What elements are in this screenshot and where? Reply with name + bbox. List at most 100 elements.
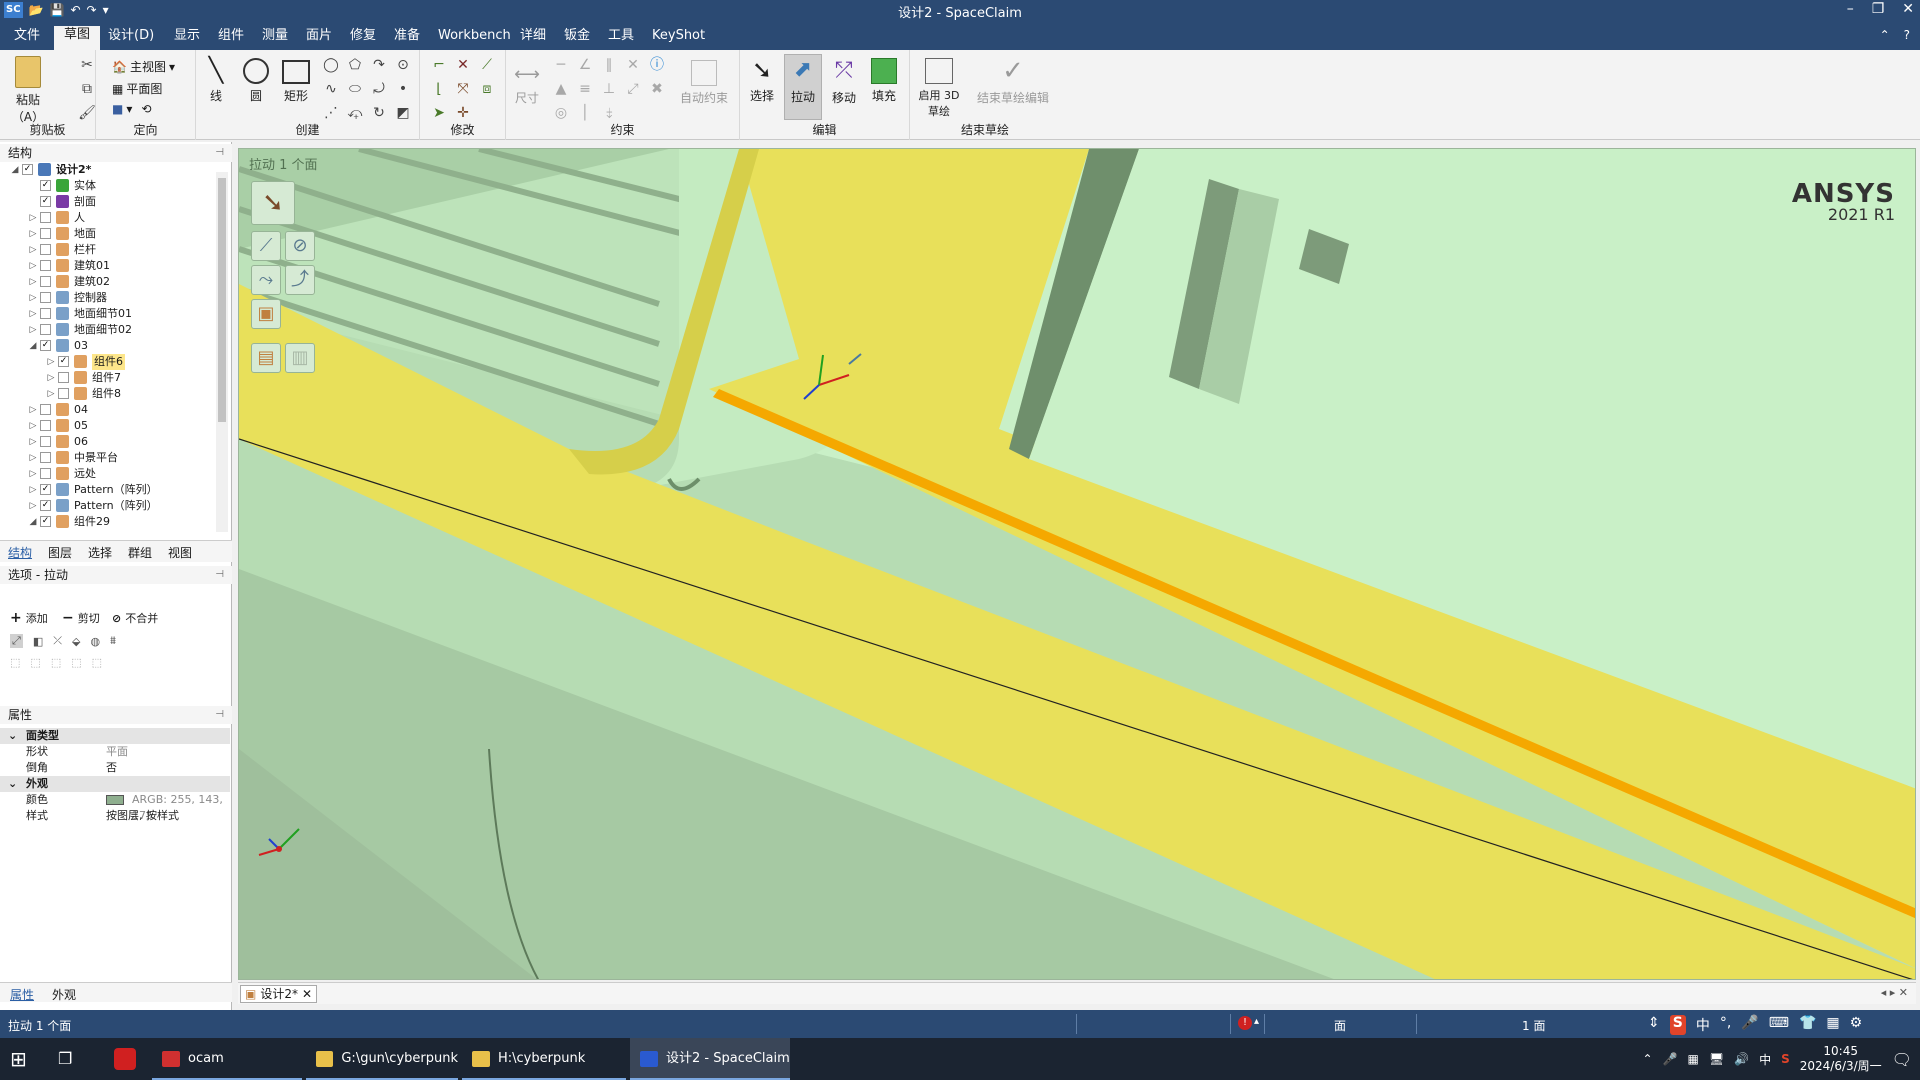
menu-tab[interactable]: 设计(D) <box>98 27 164 50</box>
property-value[interactable]: 否 <box>106 760 117 776</box>
enable-3d-sketch-button[interactable]: 启用 3D 草绘 <box>914 56 964 119</box>
constraint-concentric-icon[interactable]: ◎ <box>552 104 570 122</box>
constraint-coincident-icon[interactable]: ✕ <box>624 56 642 74</box>
panel-tab[interactable]: 视图 <box>168 544 192 561</box>
property-value[interactable]: 平面 <box>106 744 128 760</box>
tree-item[interactable]: ◢ ✓ 03 <box>0 338 216 354</box>
panel-tab[interactable]: 图层 <box>48 544 72 561</box>
settings-icon[interactable]: ⚙ <box>1850 1015 1863 1035</box>
property-row[interactable]: 样式 按图层, 按样式 <box>0 808 230 824</box>
constraint-delete-icon[interactable]: ✖ <box>648 80 666 98</box>
circle-button[interactable]: 圆 <box>240 56 272 104</box>
menu-tab[interactable]: 修复 <box>340 27 386 50</box>
ruler-tool-icon[interactable]: ▤ <box>251 343 281 373</box>
constraint-tangent-icon[interactable]: ⤢ <box>624 80 642 98</box>
visibility-checkbox[interactable]: ✓ <box>40 196 51 207</box>
option-add[interactable]: + 添加 <box>10 610 48 626</box>
sogou-tray-icon[interactable]: S <box>1781 1052 1790 1066</box>
error-icon[interactable]: ! <box>1238 1016 1252 1030</box>
ime-indicator[interactable]: 中 <box>1759 1051 1771 1068</box>
auto-constraint-button[interactable]: 自动约束 <box>676 60 732 106</box>
tree-item[interactable]: ▷ 栏杆 <box>0 242 216 258</box>
expand-icon[interactable]: ▷ <box>28 498 38 514</box>
extrude-face-icon[interactable]: ⬚ <box>71 656 81 669</box>
keyboard-icon[interactable]: ⌨ <box>1769 1015 1789 1035</box>
help-icon[interactable]: ? <box>1904 28 1910 42</box>
visibility-checkbox[interactable] <box>40 228 51 239</box>
bottom-panel-tab[interactable]: 外观 <box>52 986 76 1003</box>
tree-item[interactable]: ▷ 中景平台 <box>0 450 216 466</box>
ellipse-icon[interactable]: ◯ <box>322 56 340 74</box>
tree-item[interactable]: ▷ 控制器 <box>0 290 216 306</box>
expand-icon[interactable]: ▷ <box>46 354 56 370</box>
visibility-checkbox[interactable]: ✓ <box>40 516 51 527</box>
tree-item[interactable]: ✓ 剖面 <box>0 194 216 210</box>
tree-item[interactable]: ▷ 人 <box>0 210 216 226</box>
visibility-checkbox[interactable]: ✓ <box>22 164 33 175</box>
menu-tab[interactable]: 工具 <box>598 27 644 50</box>
task-view-button[interactable]: ❐ <box>48 1038 92 1080</box>
info-icon[interactable]: ⓘ <box>648 56 666 74</box>
scrollbar-thumb[interactable] <box>218 178 226 422</box>
scale-icon[interactable]: ✛ <box>454 104 472 122</box>
full-pull-tool-icon[interactable]: ▣ <box>251 299 281 329</box>
pull-button[interactable]: ⬈ 拉动 <box>784 54 822 120</box>
revolve-icon[interactable]: ◧ <box>33 635 43 648</box>
visibility-checkbox[interactable] <box>40 436 51 447</box>
trim-icon[interactable]: ✕ <box>454 56 472 74</box>
move-button[interactable]: ⤱ 移动 <box>826 56 862 106</box>
spinner-icon[interactable]: ⇕ <box>1648 1015 1660 1035</box>
chevron-down-icon[interactable]: ▾ <box>126 102 132 116</box>
taskbar-app[interactable]: H:\cyberpunk <box>462 1038 626 1080</box>
polygon-icon[interactable]: ⬠ <box>346 56 364 74</box>
plan-view-button[interactable]: ▦ 平面图 <box>112 80 162 97</box>
visibility-checkbox[interactable] <box>40 308 51 319</box>
visibility-checkbox[interactable] <box>40 324 51 335</box>
tree-item[interactable]: ▷ 05 <box>0 418 216 434</box>
expand-icon[interactable]: ▷ <box>28 482 38 498</box>
fill-button[interactable]: 填充 <box>866 56 902 104</box>
tree-item[interactable]: ▷ ✓ Pattern（阵列） <box>0 482 216 498</box>
spline-icon[interactable]: ∿ <box>322 80 340 98</box>
chevron-up-icon[interactable]: ▴ <box>1254 1016 1259 1027</box>
document-tab[interactable]: ▣ 设计2* ✕ <box>240 985 318 1003</box>
tab-scroll-arrows[interactable]: ◂ ▸ ✕ <box>1881 986 1908 999</box>
split-icon[interactable]: ⤧ <box>454 80 472 98</box>
collapse-ribbon-icon[interactable]: ⌃ <box>1880 28 1890 42</box>
tree-scrollbar[interactable] <box>216 172 228 532</box>
close-icon[interactable]: ✕ <box>1902 1 1914 17</box>
visibility-checkbox[interactable] <box>40 212 51 223</box>
color-swatch[interactable] <box>106 795 124 805</box>
selection-filter[interactable]: 面 <box>1334 1017 1346 1034</box>
project-icon[interactable]: ⧈ <box>478 80 496 98</box>
menu-tab[interactable]: 详细 <box>510 27 556 50</box>
menu-tab[interactable]: 面片 <box>296 27 342 50</box>
draft-icon[interactable]: ⬙ <box>72 635 80 648</box>
fillet-icon[interactable]: ⌐ <box>430 56 448 74</box>
visibility-checkbox[interactable]: ✓ <box>40 484 51 495</box>
paste-button[interactable]: 粘贴（A） <box>6 56 50 125</box>
offset-icon[interactable]: ⟋ <box>478 56 496 74</box>
tree-item[interactable]: ▷ 地面 <box>0 226 216 242</box>
panel-tab[interactable]: 选择 <box>88 544 112 561</box>
tree-item[interactable]: ▷ 建筑02 <box>0 274 216 290</box>
property-section[interactable]: ⌄ 面类型 <box>0 728 230 744</box>
menu-tab[interactable]: 文件 <box>4 27 50 50</box>
tree-item[interactable]: ▷ 建筑01 <box>0 258 216 274</box>
complete-tool-icon[interactable]: ▥ <box>285 343 315 373</box>
bottom-panel-tab[interactable]: 属性 <box>10 986 34 1003</box>
visibility-checkbox[interactable] <box>40 420 51 431</box>
visibility-checkbox[interactable] <box>40 404 51 415</box>
close-tab-icon[interactable]: ✕ <box>302 986 312 1002</box>
option-cut[interactable]: − 剪切 <box>62 610 100 626</box>
tray-overflow-icon[interactable]: ⌃ <box>1643 1052 1653 1066</box>
panel-tab[interactable]: 结构 <box>8 544 32 561</box>
tree-item[interactable]: ▷ 06 <box>0 434 216 450</box>
constraint-midpoint-icon[interactable]: ⤈ <box>600 104 618 122</box>
expand-icon[interactable]: ▷ <box>28 450 38 466</box>
taskbar-app[interactable]: 设计2 - SpaceClaim <box>630 1038 790 1080</box>
expand-icon[interactable]: ▷ <box>28 466 38 482</box>
face-curve-icon[interactable]: ◩ <box>394 104 412 122</box>
sweep-path-tool-icon[interactable]: ⤴ <box>285 265 315 295</box>
bend-icon[interactable]: ➤ <box>430 104 448 122</box>
